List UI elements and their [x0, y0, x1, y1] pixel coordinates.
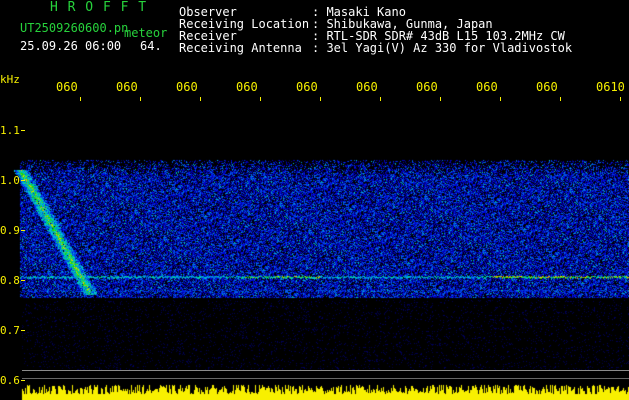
time-label: 060	[116, 80, 138, 94]
unit-label: kHz	[0, 73, 20, 86]
meteor-label: meteor	[124, 26, 168, 40]
freq-tick	[21, 280, 25, 281]
time-tick	[500, 97, 501, 101]
freq-label: 0.7	[0, 324, 20, 337]
freq-label: 0.9	[0, 224, 20, 237]
freq-label: 0.6	[0, 374, 20, 387]
date-time-label: 25.09.26 06:00	[20, 39, 122, 53]
signal-baseline-top	[22, 370, 629, 371]
time-label: 060	[56, 80, 78, 94]
time-label: 060	[356, 80, 378, 94]
time-tick	[440, 97, 441, 101]
time-label: 060	[176, 80, 198, 94]
signal-baseline-bottom	[22, 378, 629, 379]
time-label: 060	[296, 80, 318, 94]
spectrogram-canvas	[0, 0, 629, 400]
freq-label: 1.0	[0, 174, 20, 187]
time-tick	[560, 97, 561, 101]
time-tick	[80, 97, 81, 101]
freq-tick	[21, 130, 25, 131]
time-label: 060	[476, 80, 498, 94]
time-label: 060	[236, 80, 258, 94]
freq-tick	[21, 380, 25, 381]
filename-label: UT2509260600.pn	[20, 21, 129, 35]
time-label: 060	[416, 80, 438, 94]
time-label: 0610	[596, 80, 625, 94]
freq-label: 0.8	[0, 274, 20, 287]
time-tick	[260, 97, 261, 101]
freq-tick	[21, 330, 25, 331]
app-title: H R O F F T	[50, 0, 148, 15]
freq-label: 1.1	[0, 124, 20, 137]
time-tick	[620, 97, 621, 101]
time-label: 060	[536, 80, 558, 94]
freq-tick	[21, 230, 25, 231]
freq-tick	[21, 180, 25, 181]
info-key-antenna: Receiving Antenna	[179, 41, 302, 55]
info-value-antenna: : 3el Yagi(V) Az 330 for Vladivostok	[312, 41, 573, 55]
time-tick	[140, 97, 141, 101]
time-tick	[320, 97, 321, 101]
count-label: 64.	[140, 39, 162, 53]
time-tick	[200, 97, 201, 101]
time-tick	[380, 97, 381, 101]
